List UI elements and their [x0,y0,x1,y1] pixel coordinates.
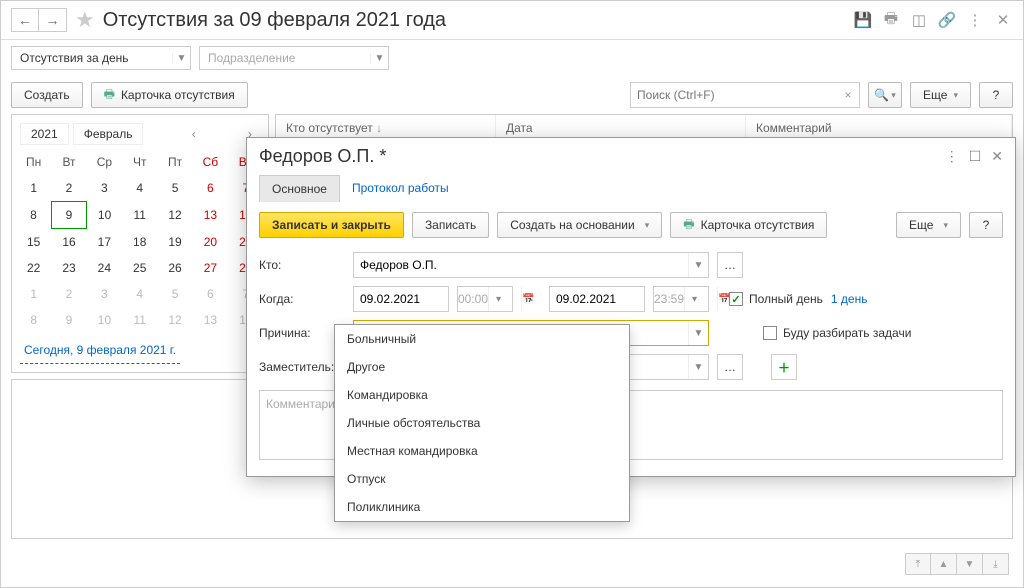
dept-selector[interactable]: Подразделение ▼ [199,46,389,70]
who-select-button[interactable]: … [717,252,743,278]
view-selector-label: Отсутствия за день [12,51,172,65]
dialog-card-button[interactable]: 🖶Карточка отсутствия [670,212,827,238]
who-input[interactable] [354,258,688,272]
chevron-down-icon[interactable]: ▼ [172,53,190,64]
search-button[interactable]: 🔍▾ [868,82,902,108]
reason-option[interactable]: Поликлиника [335,493,629,521]
tab-main[interactable]: Основное [259,175,340,202]
calendar-year[interactable]: 2021 [20,123,69,145]
handle-tasks-checkbox[interactable]: Буду разбирать задачи [763,326,911,340]
chevron-down-icon: ▾ [891,90,896,101]
tab-log[interactable]: Протокол работы [340,175,461,202]
full-day-checkbox[interactable]: ✓ Полный день [729,292,823,306]
dialog-title: Федоров О.П. * [259,146,386,167]
search-input[interactable] [631,88,837,102]
dialog-help-button[interactable]: ? [969,212,1003,238]
favorite-star-icon[interactable]: ★ [75,7,95,33]
time-to-field[interactable]: 23:59▾ [653,286,709,312]
chevron-down-icon[interactable]: ▼ [688,253,708,277]
reason-option[interactable]: Командировка [335,381,629,409]
reason-option[interactable]: Личные обстоятельства [335,409,629,437]
view-selector[interactable]: Отсутствия за день ▼ [11,46,191,70]
nav-back[interactable]: ← [11,8,39,32]
print-icon: 🖶 [104,85,115,106]
calendar-selected-day[interactable]: 9 [51,202,86,229]
magnifier-icon: 🔍 [874,88,889,102]
chevron-down-icon: ▾ [943,220,948,231]
save-button[interactable]: Записать [412,212,489,238]
list-nav: ⤒ ▲ ▼ ⤓ [905,553,1009,575]
list-nav-up[interactable]: ▲ [931,553,957,575]
list-nav-down[interactable]: ▼ [957,553,983,575]
help-button[interactable]: ? [979,82,1013,108]
chevron-down-icon[interactable]: ▼ [370,53,388,64]
calendar-prev[interactable]: ‹ [184,127,204,141]
today-link[interactable]: Сегодня, 9 февраля 2021 г. [20,337,180,364]
chevron-down-icon: ▾ [645,220,650,231]
save-icon[interactable]: 💾 [853,10,873,30]
date-to-field[interactable]: 📅 [549,286,645,312]
dialog-close-icon[interactable]: ✕ [991,148,1003,165]
calendar-panel: 2021 Февраль ‹ › Пн Вт Ср Чт Пт Сб Вс 12… [11,114,269,373]
checkbox-icon [763,326,777,340]
who-field[interactable]: ▼ [353,252,709,278]
reason-option[interactable]: Отпуск [335,465,629,493]
dialog-kebab-icon[interactable]: ⋮ [945,148,959,165]
create-button[interactable]: Создать [11,82,83,108]
close-page-icon[interactable]: ✕ [993,10,1013,30]
reason-option[interactable]: Больничный [335,325,629,353]
print-icon[interactable]: 🖶 [881,10,901,30]
dialog-maximize-icon[interactable]: ☐ [969,148,982,165]
chevron-down-icon: ▾ [953,90,958,101]
kebab-icon[interactable]: ⋮ [965,10,985,30]
time-from-field[interactable]: 00:00▾ [457,286,513,312]
list-nav-top[interactable]: ⤒ [905,553,931,575]
who-label: Кто: [259,258,345,272]
reason-option[interactable]: Местная командировка [335,437,629,465]
create-based-button[interactable]: Создать на основании▾ [497,212,662,238]
calendar-grid: Пн Вт Ср Чт Пт Сб Вс 1234567 89101112131… [16,149,264,333]
days-link[interactable]: 1 день [831,292,868,306]
more-button[interactable]: Еще▾ [910,82,971,108]
checkbox-icon: ✓ [729,292,743,306]
deputy-label: Заместитель: [259,360,345,374]
list-nav-bottom[interactable]: ⤓ [983,553,1009,575]
chevron-down-icon[interactable]: ▼ [688,321,708,345]
when-label: Когда: [259,292,345,306]
reason-option[interactable]: Другое [335,353,629,381]
deputy-select-button[interactable]: … [717,354,743,380]
add-deputy-button[interactable]: ＋ [771,354,797,380]
dialog-more-button[interactable]: Еще▾ [896,212,961,238]
absence-card-button[interactable]: 🖶 Карточка отсутствия [91,82,248,108]
nav-forward[interactable]: → [39,8,67,32]
chevron-down-icon[interactable]: ▼ [688,355,708,379]
reason-label: Причина: [259,326,345,340]
report-icon[interactable]: ◫ [909,10,929,30]
search-box[interactable]: × [630,82,860,108]
save-close-button[interactable]: Записать и закрыть [259,212,404,238]
chevron-down-icon[interactable]: ▾ [488,287,508,311]
chevron-down-icon[interactable]: ▾ [684,287,704,311]
date-from-field[interactable]: 📅 [353,286,449,312]
clear-search-icon[interactable]: × [837,88,859,102]
print-icon: 🖶 [683,215,694,236]
dept-placeholder: Подразделение [200,51,370,65]
reason-dropdown: Больничный Другое Командировка Личные об… [334,324,630,522]
calendar-month[interactable]: Февраль [73,123,144,145]
page-title: Отсутствия за 09 февраля 2021 года [103,9,446,32]
link-icon[interactable]: 🔗 [937,10,957,30]
